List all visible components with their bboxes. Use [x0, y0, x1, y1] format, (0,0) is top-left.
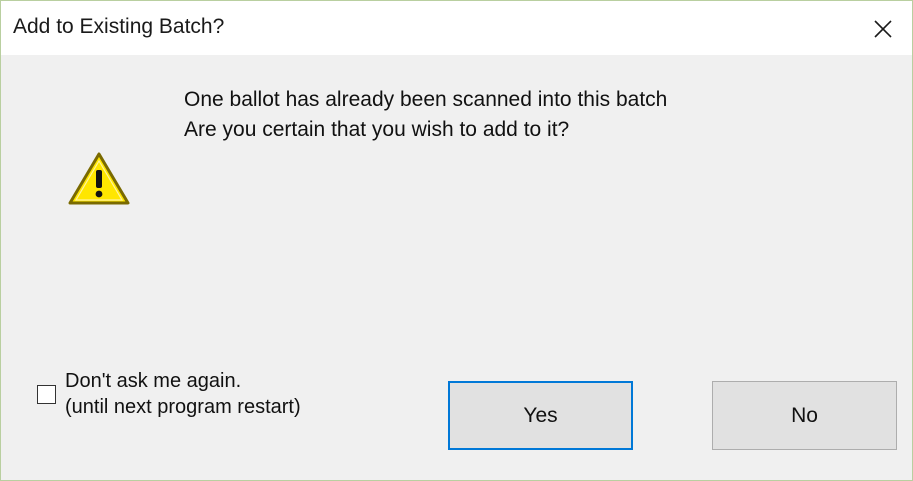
checkbox-label-line2: (until next program restart) — [65, 396, 301, 418]
title-bar: Add to Existing Batch? — [1, 1, 912, 55]
checkbox-label-line1: Don't ask me again. — [65, 370, 242, 392]
close-button[interactable] — [852, 1, 912, 55]
warning-icon — [68, 152, 130, 205]
close-icon — [874, 20, 892, 38]
message-line: One ballot has already been scanned into… — [184, 88, 668, 111]
confirm-dialog: Add to Existing Batch? One ballot has al… — [0, 0, 913, 481]
dialog-title: Add to Existing Batch? — [13, 15, 225, 38]
checkbox-label[interactable]: Don't ask me again. (until next program … — [65, 368, 301, 420]
message-line: Are you certain that you wish to add to … — [184, 118, 570, 141]
dont-ask-again-checkbox[interactable] — [37, 385, 56, 404]
yes-button[interactable]: Yes — [448, 381, 633, 450]
no-button[interactable]: No — [712, 381, 897, 450]
message-text: One ballot has already been scanned into… — [184, 85, 667, 145]
dialog-body: One ballot has already been scanned into… — [1, 55, 912, 480]
